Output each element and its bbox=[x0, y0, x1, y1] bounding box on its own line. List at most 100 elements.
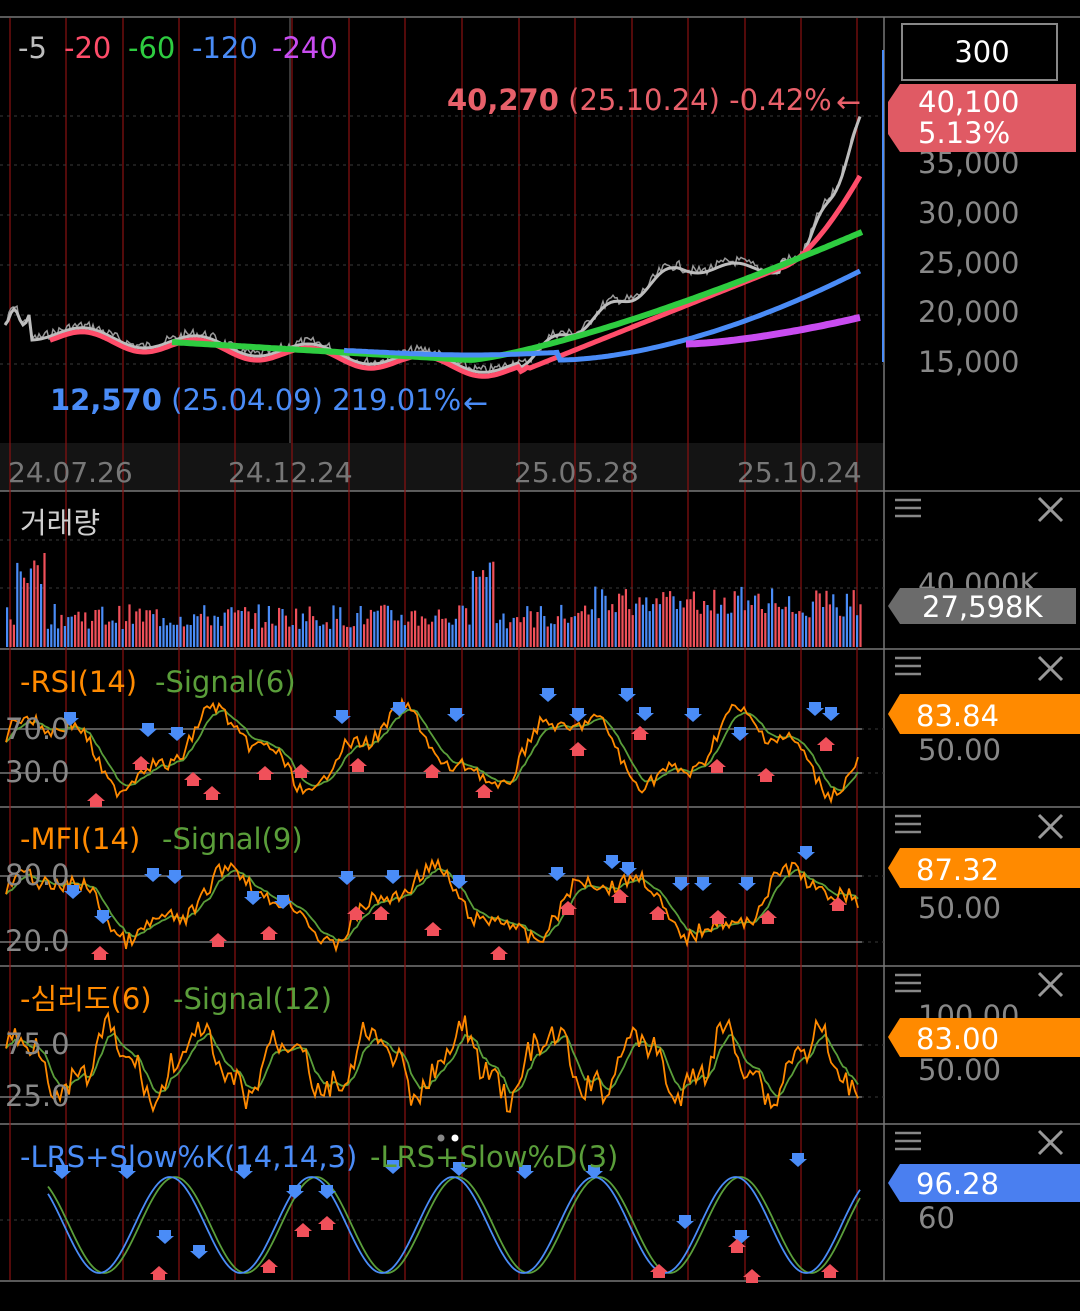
volume-bar bbox=[386, 605, 389, 647]
current-price: 40,100 bbox=[918, 85, 1019, 119]
mfi-current: 87.32 bbox=[916, 853, 999, 887]
volume-bar bbox=[97, 609, 100, 647]
psy-level-75: 75.0 bbox=[5, 1027, 70, 1061]
volume-bar bbox=[495, 623, 498, 647]
volume-bar bbox=[74, 614, 77, 647]
volume-bar bbox=[16, 562, 19, 647]
volume-bar bbox=[223, 612, 226, 647]
psy-level-25: 25.0 bbox=[5, 1079, 70, 1113]
lrs-current: 96.28 bbox=[916, 1167, 999, 1201]
volume-bar bbox=[771, 588, 774, 647]
volume-bar bbox=[645, 597, 648, 647]
volume-bar bbox=[737, 595, 740, 647]
volume-bar bbox=[278, 607, 281, 647]
volume-bar bbox=[169, 622, 172, 647]
volume-bar bbox=[828, 604, 831, 647]
psy-signal-title: -Signal(12) bbox=[173, 982, 332, 1016]
volume-bar bbox=[536, 612, 539, 647]
volume-bar bbox=[482, 570, 485, 647]
volume-bar bbox=[271, 623, 274, 647]
rsi-title: -RSI(14) bbox=[20, 665, 137, 699]
volume-bar bbox=[40, 584, 43, 647]
volume-bar bbox=[237, 610, 240, 647]
volume-bar bbox=[128, 604, 131, 647]
volume-bar bbox=[431, 621, 434, 647]
volume-bar bbox=[403, 625, 406, 647]
volume-bar bbox=[383, 604, 386, 647]
page-dot-active bbox=[451, 1134, 459, 1142]
volume-bar bbox=[519, 622, 522, 647]
volume-bar bbox=[101, 606, 104, 647]
volume-bar bbox=[529, 611, 532, 647]
volume-bar bbox=[723, 597, 726, 647]
volume-bar bbox=[835, 607, 838, 647]
volume-bar bbox=[380, 605, 383, 647]
volume-bar bbox=[733, 591, 736, 647]
current-volume: 27,598K bbox=[922, 590, 1043, 624]
volume-bar bbox=[791, 612, 794, 647]
volume-bar bbox=[696, 609, 699, 647]
volume-bar bbox=[706, 605, 709, 647]
volume-bar bbox=[322, 624, 325, 647]
volume-bar bbox=[726, 613, 729, 647]
volume-bar bbox=[114, 622, 117, 647]
volume-bar bbox=[777, 606, 780, 647]
psy-current: 83.00 bbox=[916, 1022, 999, 1056]
volume-bar bbox=[111, 620, 114, 647]
volume-bar bbox=[247, 611, 250, 647]
volume-bar bbox=[845, 593, 848, 647]
volume-bar bbox=[148, 610, 151, 647]
volume-bar bbox=[193, 614, 196, 647]
volume-bar bbox=[199, 613, 202, 647]
volume-bar bbox=[407, 621, 410, 647]
stock-chart-screen[interactable]: -5 -20 -60 -120 -240 40,270 (25.10.24) -… bbox=[0, 0, 1080, 1311]
volume-bar bbox=[257, 604, 260, 647]
volume-bar bbox=[434, 615, 437, 647]
volume-bar bbox=[760, 609, 763, 647]
volume-bar bbox=[784, 606, 787, 647]
volume-bar bbox=[261, 627, 264, 647]
volume-bar bbox=[444, 618, 447, 647]
volume-bar bbox=[36, 565, 39, 647]
legend-ma5: -5 bbox=[18, 31, 47, 65]
legend-ma120: -120 bbox=[192, 31, 258, 65]
volume-bar bbox=[594, 586, 597, 647]
volume-bar bbox=[815, 590, 818, 647]
volume-bar bbox=[342, 625, 345, 647]
volume-bar bbox=[77, 611, 80, 647]
volume-bar bbox=[63, 626, 66, 647]
volume-bar bbox=[709, 610, 712, 647]
volume-bar bbox=[400, 614, 403, 647]
legend-ma240: -240 bbox=[272, 31, 338, 65]
volume-bar bbox=[652, 604, 655, 647]
volume-bar bbox=[471, 570, 474, 647]
volume-bar bbox=[604, 595, 607, 647]
volume-bar bbox=[611, 604, 614, 647]
volume-bar bbox=[397, 620, 400, 647]
volume-bar bbox=[196, 616, 199, 647]
volume-bar bbox=[597, 618, 600, 647]
volume-bar bbox=[23, 577, 26, 647]
volume-bar bbox=[179, 616, 182, 647]
volume-bar bbox=[50, 624, 53, 647]
volume-bar bbox=[553, 624, 556, 647]
volume-bar bbox=[206, 616, 209, 647]
volume-bar bbox=[244, 607, 247, 647]
volume-bar bbox=[577, 612, 580, 647]
volume-bar bbox=[856, 615, 859, 647]
volume-bar bbox=[145, 610, 148, 647]
volume-bar bbox=[842, 616, 845, 647]
volume-bar bbox=[590, 609, 593, 647]
volume-bar bbox=[635, 603, 638, 647]
volume-bar bbox=[757, 593, 760, 647]
volume-bar bbox=[618, 593, 621, 647]
volume-bar bbox=[108, 621, 111, 647]
volume-bar bbox=[798, 611, 801, 647]
volume-bar bbox=[186, 624, 189, 647]
volume-bar bbox=[424, 618, 427, 647]
volume-bar bbox=[621, 595, 624, 647]
volume-bar bbox=[689, 599, 692, 647]
x-tick-label: 25.05.28 bbox=[514, 456, 639, 489]
legend-ma60: -60 bbox=[128, 31, 175, 65]
volume-bar bbox=[448, 622, 451, 647]
